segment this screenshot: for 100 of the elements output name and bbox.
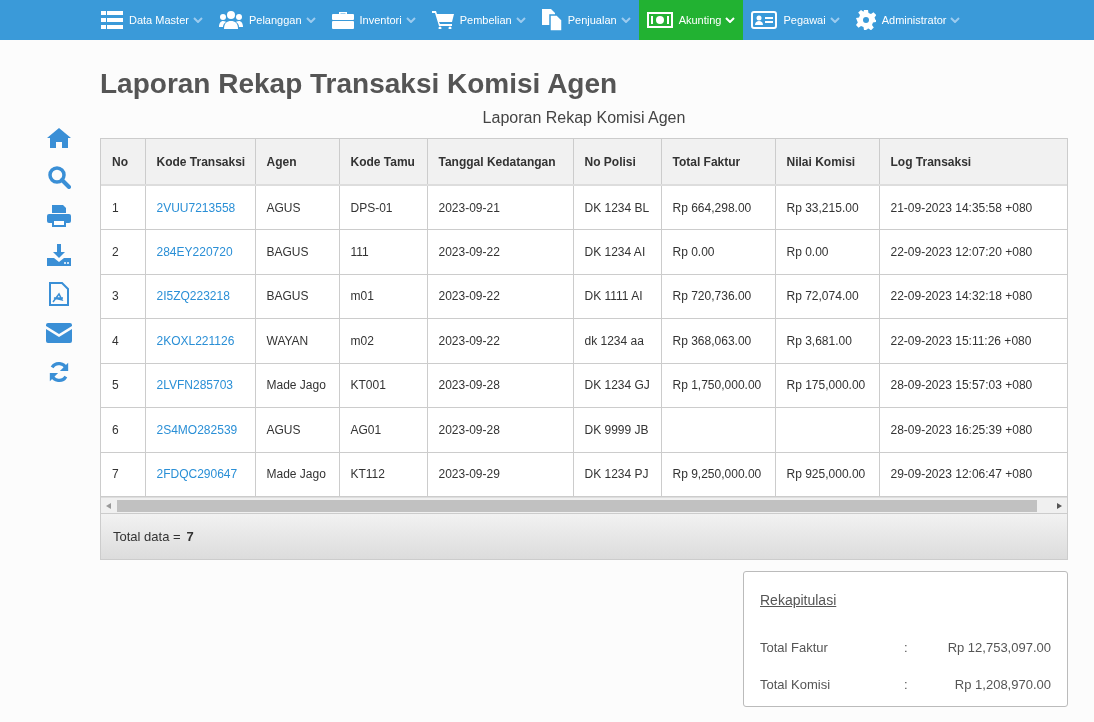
summary-value: Rp 12,753,097.00 bbox=[946, 638, 1051, 657]
chevron-down-icon bbox=[305, 17, 316, 23]
table-cell: m02 bbox=[339, 318, 427, 363]
table-cell: Rp 925,000.00 bbox=[775, 452, 879, 497]
summary-title: Rekapitulasi bbox=[760, 591, 838, 610]
briefcase-icon bbox=[331, 11, 354, 29]
table-cell: 29-09-2023 12:06:47 +080 bbox=[879, 452, 1067, 497]
chevron-down-icon bbox=[515, 17, 526, 23]
table-cell: Rp 72,074.00 bbox=[775, 274, 879, 319]
report-title: Laporan Rekap Komisi Agen bbox=[481, 108, 687, 128]
table-cell: DK 1234 GJ bbox=[573, 363, 661, 408]
table-cell: Rp 3,681.00 bbox=[775, 318, 879, 363]
documents-icon bbox=[541, 9, 562, 31]
table-cell: 7 bbox=[101, 452, 145, 497]
search-icon[interactable] bbox=[47, 164, 71, 189]
table-cell: 22-09-2023 12:07:20 +080 bbox=[879, 229, 1067, 274]
chevron-down-icon bbox=[829, 17, 840, 23]
table-cell: 2023-09-22 bbox=[427, 318, 573, 363]
summary-separator: : bbox=[904, 638, 909, 657]
total-data-label: Total data = bbox=[113, 527, 181, 546]
table-cell: AGUS bbox=[255, 407, 339, 452]
table-cell: 4 bbox=[101, 318, 145, 363]
pdf-file-icon[interactable] bbox=[49, 281, 69, 306]
chevron-down-icon bbox=[725, 17, 736, 23]
chevron-down-icon bbox=[620, 17, 631, 23]
home-icon[interactable] bbox=[47, 125, 71, 150]
table-cell: 28-09-2023 16:25:39 +080 bbox=[879, 407, 1067, 452]
nav-menu-item[interactable]: Penjualan bbox=[533, 0, 639, 40]
table-cell: Rp 0.00 bbox=[661, 229, 775, 274]
transaction-code-link[interactable]: 2S4MO282539 bbox=[145, 407, 255, 452]
nav-menu-item[interactable]: Pembelian bbox=[423, 0, 534, 40]
table-cell: 2023-09-22 bbox=[427, 274, 573, 319]
table-cell: DK 1234 AI bbox=[573, 229, 661, 274]
scroll-left-icon[interactable] bbox=[106, 502, 112, 509]
total-data-count: 7 bbox=[186, 527, 194, 546]
table-cell: DK 1234 BL bbox=[573, 185, 661, 230]
table-cell: DK 9999 JB bbox=[573, 407, 661, 452]
table-cell: DPS-01 bbox=[339, 185, 427, 230]
id-card-icon bbox=[751, 11, 778, 29]
transaction-code-link[interactable]: 2I5ZQ223218 bbox=[145, 274, 255, 319]
table-cell: 6 bbox=[101, 407, 145, 452]
envelope-icon[interactable] bbox=[46, 320, 72, 345]
page-title: Laporan Rekap Transaksi Komisi Agen bbox=[100, 67, 619, 101]
table-cell: 2023-09-28 bbox=[427, 407, 573, 452]
table-cell: 2023-09-21 bbox=[427, 185, 573, 230]
table-cell: Rp 664,298.00 bbox=[661, 185, 775, 230]
summary-label: Total Komisi bbox=[760, 675, 832, 694]
refresh-icon[interactable] bbox=[48, 359, 70, 384]
nav-menu-item[interactable]: Pelanggan bbox=[210, 0, 324, 40]
table-cell: WAYAN bbox=[255, 318, 339, 363]
summary-value: Rp 1,208,970.00 bbox=[953, 675, 1051, 694]
chevron-down-icon bbox=[192, 17, 203, 23]
gear-icon bbox=[855, 10, 876, 30]
nav-menu-item[interactable]: Inventori bbox=[323, 0, 424, 40]
table-cell: 5 bbox=[101, 363, 145, 408]
transaction-code-link[interactable]: 2KOXL221126 bbox=[145, 318, 255, 363]
printer-icon[interactable] bbox=[47, 203, 71, 228]
table-cell: 3 bbox=[101, 274, 145, 319]
chevron-down-icon bbox=[950, 17, 961, 23]
summary-label: Total Faktur bbox=[760, 638, 829, 657]
transaction-code-link[interactable]: 2VUU7213558 bbox=[145, 185, 255, 230]
transaction-code-link[interactable]: 2LVFN285703 bbox=[145, 363, 255, 408]
transaction-code-link[interactable]: 284EY220720 bbox=[145, 229, 255, 274]
table-cell: 2023-09-22 bbox=[427, 229, 573, 274]
table-cell: BAGUS bbox=[255, 229, 339, 274]
list-icon bbox=[101, 11, 123, 29]
table-cell: m01 bbox=[339, 274, 427, 319]
table-cell: DK 1111 AI bbox=[573, 274, 661, 319]
table-cell: 1 bbox=[101, 185, 145, 230]
table-cell: 2023-09-29 bbox=[427, 452, 573, 497]
nav-menu-item[interactable]: Pegawai bbox=[743, 0, 848, 40]
table-cell: Rp 0.00 bbox=[775, 229, 879, 274]
table-cell: Rp 9,250,000.00 bbox=[661, 452, 775, 497]
banknote-icon bbox=[646, 12, 673, 28]
table-cell: KT001 bbox=[339, 363, 427, 408]
table-cell: Rp 720,736.00 bbox=[661, 274, 775, 319]
table-cell: DK 1234 PJ bbox=[573, 452, 661, 497]
users-icon bbox=[218, 11, 243, 29]
table-cell: Rp 175,000.00 bbox=[775, 363, 879, 408]
table-cell: 22-09-2023 14:32:18 +080 bbox=[879, 274, 1067, 319]
nav-menu-item[interactable]: Akunting bbox=[638, 0, 744, 40]
table-cell: BAGUS bbox=[255, 274, 339, 319]
table-cell: 2 bbox=[101, 229, 145, 274]
table-cell: 22-09-2023 15:11:26 +080 bbox=[879, 318, 1067, 363]
chevron-down-icon bbox=[405, 17, 416, 23]
nav-menu-item[interactable]: Administrator bbox=[847, 0, 969, 40]
table-cell: Made Jago bbox=[255, 363, 339, 408]
table-cell: AG01 bbox=[339, 407, 427, 452]
table-cell: 28-09-2023 15:57:03 +080 bbox=[879, 363, 1067, 408]
table-cell: 2023-09-28 bbox=[427, 363, 573, 408]
table-cell: Rp 33,215.00 bbox=[775, 185, 879, 230]
download-icon[interactable] bbox=[47, 242, 71, 267]
table-cell: Rp 368,063.00 bbox=[661, 318, 775, 363]
horizontal-scrollbar[interactable] bbox=[101, 497, 1067, 513]
nav-menu-item[interactable]: Data Master bbox=[93, 0, 211, 40]
table-cell: 21-09-2023 14:35:58 +080 bbox=[879, 185, 1067, 230]
transaction-code-link[interactable]: 2FDQC290647 bbox=[145, 452, 255, 497]
table-cell: 111 bbox=[339, 229, 427, 274]
scroll-right-icon[interactable] bbox=[1056, 502, 1062, 509]
table-cell: KT112 bbox=[339, 452, 427, 497]
